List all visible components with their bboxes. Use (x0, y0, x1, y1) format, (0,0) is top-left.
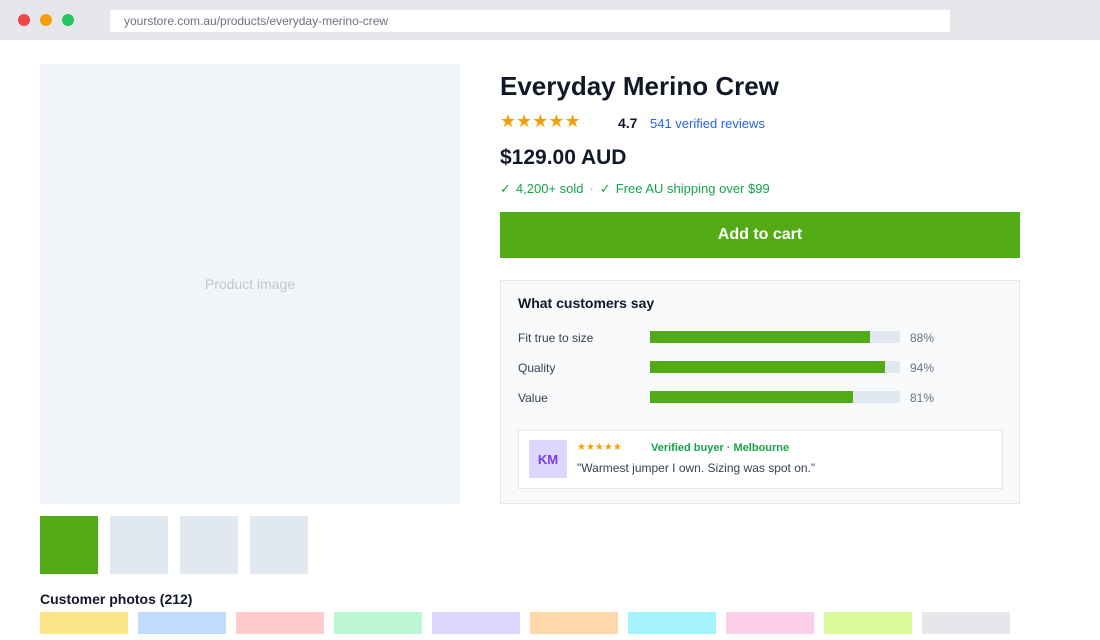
trust-badges: ✓ 4,200+ sold · ✓ Free AU shipping over $99 (500, 181, 770, 197)
minimize-window-dot[interactable] (40, 14, 52, 26)
metric-fill-fit (650, 331, 870, 343)
maximize-window-dot[interactable] (62, 14, 74, 26)
customer-photo-thumbnail[interactable] (922, 612, 1010, 634)
thumbnail-2[interactable] (110, 516, 168, 574)
metric-percent-value: 81% (910, 391, 935, 405)
panel-title: What customers say (518, 295, 655, 311)
customer-photo-thumbnail[interactable] (40, 612, 128, 634)
product-main-image[interactable]: Product image (40, 64, 460, 504)
customer-photo-thumbnail[interactable] (824, 612, 912, 634)
review-stars: ★★★★★ (577, 442, 622, 453)
metric-fill-quality (650, 361, 885, 373)
metric-bar-value (650, 391, 900, 403)
add-to-cart-button[interactable]: Add to cart (500, 212, 1020, 258)
featured-review-card: KM ★★★★★ Verified buyer · Melbourne "War… (518, 430, 1003, 489)
rating-value: 4.7 (618, 115, 638, 131)
customer-feedback-panel: What customers say Fit true to size 88% … (500, 280, 1020, 504)
browser-chrome: yourstore.com.au/products/everyday-merin… (0, 0, 1100, 40)
metric-percent-fit: 88% (910, 331, 935, 345)
metric-percent-quality: 94% (910, 361, 935, 375)
product-title: Everyday Merino Crew (500, 71, 779, 101)
thumbnail-1[interactable] (40, 516, 98, 574)
shipping-note: Free AU shipping over $99 (615, 181, 770, 196)
reviews-link[interactable]: 541 verified reviews (650, 116, 765, 131)
verified-buyer-badge: Verified buyer · Melbourne (651, 442, 790, 454)
avatar: KM (529, 440, 567, 478)
close-window-dot[interactable] (18, 14, 30, 26)
customer-photos-heading: Customer photos (212) (40, 591, 193, 607)
product-image-placeholder-label: Product image (204, 276, 296, 292)
review-quote: "Warmest jumper I own. Sizing was spot o… (577, 461, 816, 475)
customer-photo-thumbnail[interactable] (236, 612, 324, 634)
address-bar[interactable]: yourstore.com.au/products/everyday-merin… (110, 10, 950, 32)
customer-photo-thumbnail[interactable] (628, 612, 716, 634)
metric-bar-quality (650, 361, 900, 373)
metric-label-fit: Fit true to size (518, 331, 594, 345)
metric-bar-fit (650, 331, 900, 343)
customer-photo-thumbnail[interactable] (334, 612, 422, 634)
metric-label-value: Value (518, 391, 548, 405)
rating-stars: ★★★★★ (500, 111, 581, 131)
product-price: $129.00 AUD (500, 146, 627, 169)
metric-fill-value (650, 391, 853, 403)
customer-photo-thumbnail[interactable] (138, 612, 226, 634)
check-icon: ✓ (500, 181, 511, 196)
customer-photo-thumbnail[interactable] (726, 612, 814, 634)
trust-separator: · (589, 181, 594, 196)
thumbnail-3[interactable] (180, 516, 238, 574)
metric-label-quality: Quality (518, 361, 556, 375)
thumbnail-4[interactable] (250, 516, 308, 574)
customer-photo-thumbnail[interactable] (432, 612, 520, 634)
customer-photo-thumbnail[interactable] (530, 612, 618, 634)
check-icon: ✓ (599, 181, 611, 196)
sold-count: 4,200+ sold (515, 181, 584, 196)
